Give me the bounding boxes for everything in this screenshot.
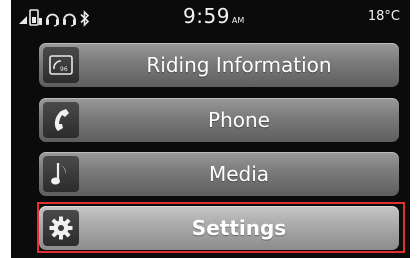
- menu-item-riding-information[interactable]: 96 Riding Information: [39, 43, 399, 87]
- phone-battery-icon: [29, 9, 42, 26]
- clock-time: 9:59: [183, 4, 230, 28]
- phone-icon: [43, 102, 79, 138]
- music-note-icon: [43, 156, 79, 192]
- menu-item-label: Phone: [208, 108, 270, 132]
- status-icons: [19, 9, 91, 27]
- headset-icon: [46, 13, 59, 27]
- svg-text:96: 96: [60, 66, 68, 73]
- menu-item-phone[interactable]: Phone: [39, 98, 399, 142]
- selection-highlight: [37, 202, 405, 253]
- headset-icon: [63, 13, 76, 27]
- temperature-readout: 18°C: [367, 9, 400, 24]
- menu-item-media[interactable]: Media: [39, 152, 399, 196]
- speedometer-icon: 96: [43, 47, 79, 83]
- signal-icon: [19, 16, 27, 24]
- clock: 9:59 AM: [183, 4, 244, 28]
- bluetooth-icon: [80, 9, 90, 27]
- menu-item-label: Riding Information: [146, 53, 332, 77]
- clock-ampm: AM: [231, 16, 245, 25]
- status-bar: 9:59 AM 18°C: [11, 0, 410, 36]
- display-screen: 9:59AM 18°C 96 Riding Information Phone: [11, 0, 410, 258]
- menu-item-label: Media: [208, 162, 270, 186]
